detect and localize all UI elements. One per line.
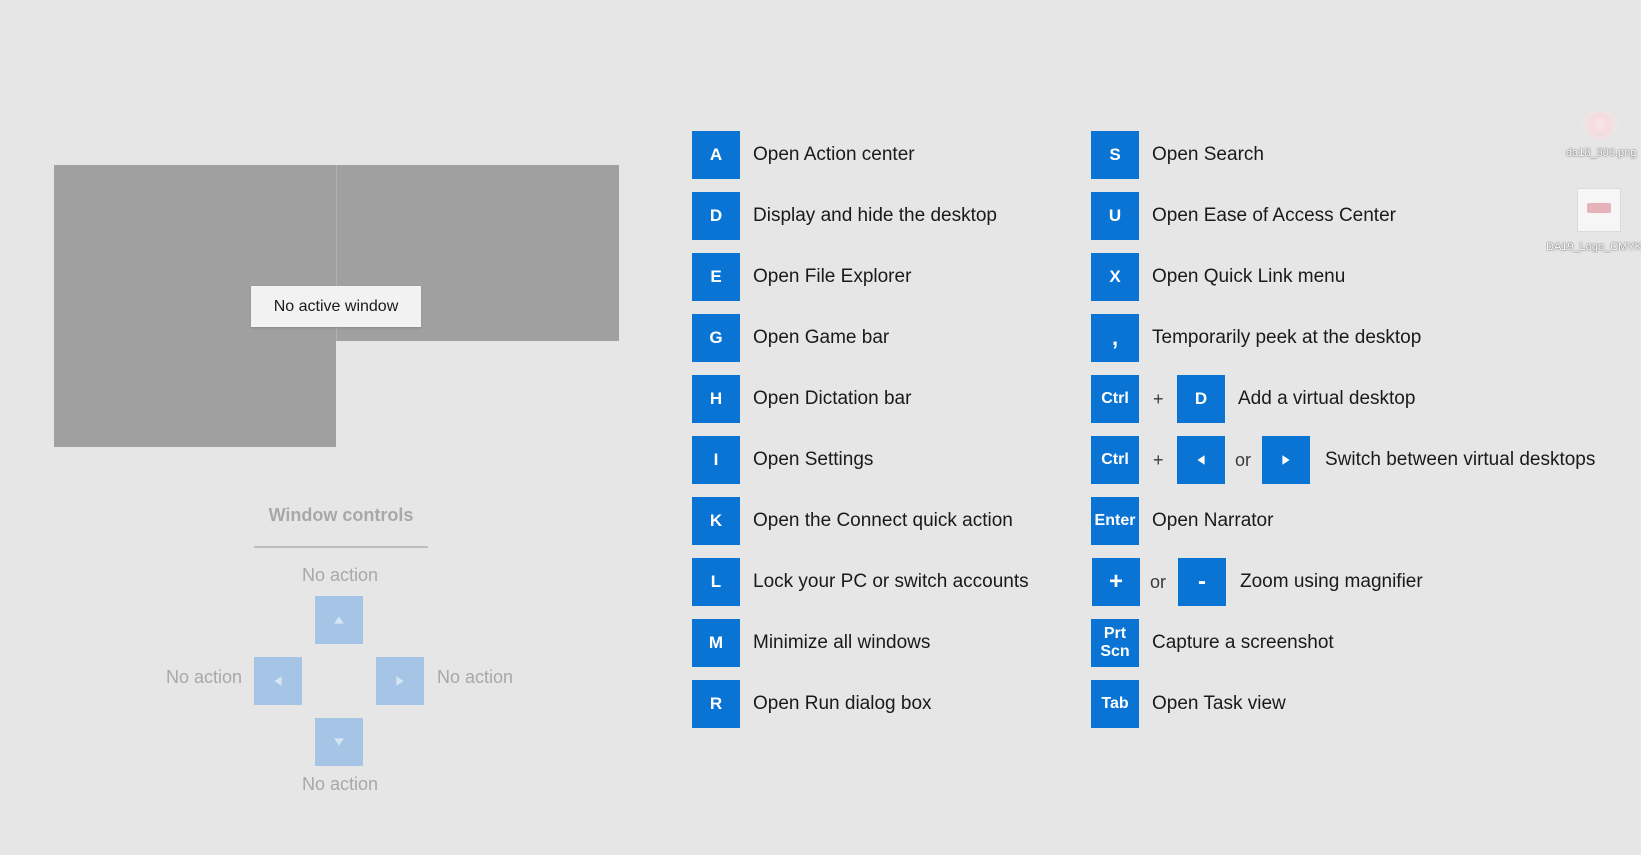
key-i: I xyxy=(692,436,740,484)
snap-left-button[interactable] xyxy=(254,657,302,705)
window-controls-title: Window controls xyxy=(268,505,414,525)
arrow-down-icon xyxy=(334,738,344,746)
key-e: E xyxy=(692,253,740,301)
shortcut-desc-ctrl-arrows: Switch between virtual desktops xyxy=(1325,449,1596,470)
desktop-icon-da18-label: da18_300.png xyxy=(1566,147,1637,159)
plus-separator: + xyxy=(1153,389,1164,409)
arrow-right-icon xyxy=(1282,455,1290,465)
shortcut-desc-u: Open Ease of Access Center xyxy=(1152,205,1396,226)
shortcut-desc-x: Open Quick Link menu xyxy=(1152,266,1346,287)
key-minus: - xyxy=(1178,558,1226,606)
key-right-arrow xyxy=(1262,436,1310,484)
arrow-left-icon xyxy=(274,676,282,686)
snap-right-button[interactable] xyxy=(376,657,424,705)
desktop-icon-da19-label: DA19_Logo_CMYK xyxy=(1546,241,1641,253)
window-controls-left-label: No action xyxy=(166,667,243,687)
key-u: U xyxy=(1091,192,1139,240)
shortcut-desc-e: Open File Explorer xyxy=(753,266,912,287)
shortcut-desc-h: Open Dictation bar xyxy=(753,388,912,409)
key-k: K xyxy=(692,497,740,545)
key-prtscn-line1: Prt xyxy=(1103,625,1127,642)
shortcut-desc-enter: Open Narrator xyxy=(1152,510,1274,531)
shortcut-desc-m: Minimize all windows xyxy=(753,632,931,653)
shortcut-desc-a: Open Action center xyxy=(753,144,915,165)
key-m: M xyxy=(692,619,740,667)
arrow-left-icon xyxy=(1197,455,1205,465)
shortcut-desc-g: Open Game bar xyxy=(753,327,890,348)
window-controls-right-label: No action xyxy=(437,667,514,687)
shortcut-desc-ctrl-d: Add a virtual desktop xyxy=(1238,388,1416,409)
key-d: D xyxy=(692,192,740,240)
key-comma: , xyxy=(1091,314,1139,362)
shortcut-desc-d: Display and hide the desktop xyxy=(753,205,997,226)
key-d-virtual: D xyxy=(1177,375,1225,423)
key-left-arrow xyxy=(1177,436,1225,484)
shortcut-desc-i: Open Settings xyxy=(753,449,874,470)
window-controls-top-label: No action xyxy=(302,565,379,585)
key-l: L xyxy=(692,558,740,606)
key-plus: + xyxy=(1092,558,1140,606)
shortcut-desc-l: Lock your PC or switch accounts xyxy=(753,571,1029,592)
desktop-icon-da19[interactable] xyxy=(1577,188,1621,232)
key-tab: Tab xyxy=(1091,680,1139,728)
shortcut-desc-tab: Open Task view xyxy=(1152,693,1286,714)
key-r: R xyxy=(692,680,740,728)
arrow-right-icon xyxy=(396,676,404,686)
shortcut-desc-prtscn: Capture a screenshot xyxy=(1152,632,1334,653)
key-enter: Enter xyxy=(1091,497,1139,545)
key-h: H xyxy=(692,375,740,423)
shortcut-desc-k: Open the Connect quick action xyxy=(753,510,1013,531)
window-controls-bottom-label: No action xyxy=(302,774,379,794)
key-s: S xyxy=(1091,131,1139,179)
key-prtscn-line2: Scn xyxy=(1100,643,1130,660)
snap-up-button[interactable] xyxy=(315,596,363,644)
or-separator: or xyxy=(1235,450,1252,470)
key-ctrl-2: Ctrl xyxy=(1091,436,1139,484)
shortcut-desc-comma: Temporarily peek at the desktop xyxy=(1152,327,1422,348)
shortcut-desc-s: Open Search xyxy=(1152,144,1264,165)
desktop-icon-da18[interactable] xyxy=(1582,110,1618,140)
key-a: A xyxy=(692,131,740,179)
shortcut-desc-zoom: Zoom using magnifier xyxy=(1240,571,1423,592)
no-active-window-label: No active window xyxy=(251,286,421,327)
key-g: G xyxy=(692,314,740,362)
key-ctrl: Ctrl xyxy=(1091,375,1139,423)
arrow-up-icon xyxy=(334,616,344,624)
logo-thumbnail-mark xyxy=(1587,203,1611,213)
window-controls-divider xyxy=(254,546,428,548)
key-x: X xyxy=(1091,253,1139,301)
or-separator-2: or xyxy=(1150,572,1167,592)
key-prtscn: Prt Scn xyxy=(1091,619,1139,667)
shortcut-desc-r: Open Run dialog box xyxy=(753,693,932,714)
snap-down-button[interactable] xyxy=(315,718,363,766)
plus-separator-2: + xyxy=(1153,450,1164,470)
